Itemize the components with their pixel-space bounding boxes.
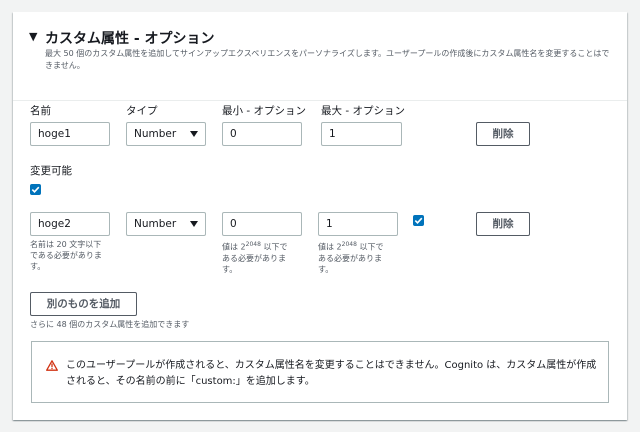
attribute-type-select[interactable]: Number: [126, 122, 206, 146]
hint-prefix: 値は 2: [222, 242, 246, 252]
warning-alert: このユーザープールが作成されると、カスタム属性名を変更することはできません。Co…: [31, 341, 609, 403]
column-type-label: タイプ: [126, 105, 158, 117]
add-attribute-button[interactable]: 別のものを追加: [30, 292, 137, 316]
attribute-type-select[interactable]: Number: [126, 212, 206, 236]
attribute-min-input[interactable]: 0: [222, 122, 302, 146]
hint-suffix: 以下で: [260, 242, 288, 252]
check-icon: [31, 186, 40, 193]
section-title[interactable]: カスタム属性 - オプション: [45, 28, 215, 48]
mutable-checkbox[interactable]: [413, 215, 424, 226]
hint-exponent: 2048: [245, 241, 261, 248]
mutable-label: 変更可能: [30, 165, 72, 177]
column-min-label: 最小 - オプション: [222, 105, 306, 117]
hint-line: である必要がありま す。: [30, 251, 102, 271]
remove-attribute-button[interactable]: 削除: [476, 122, 530, 146]
attribute-name-input[interactable]: hoge2: [30, 212, 110, 236]
attribute-max-input[interactable]: 1: [321, 122, 402, 146]
attribute-min-input[interactable]: 0: [222, 212, 302, 236]
remove-attribute-button[interactable]: 削除: [476, 212, 530, 236]
collapse-toggle-icon[interactable]: ▼: [29, 30, 37, 43]
chevron-down-icon: [190, 131, 198, 137]
chevron-down-icon: [190, 221, 198, 227]
hint-prefix: 値は 2: [318, 242, 342, 252]
divider: [13, 100, 627, 101]
check-icon: [414, 217, 423, 224]
column-max-label: 最大 - オプション: [321, 105, 405, 117]
section-description: 最大 50 個のカスタム属性を追加してサインアップエクスペリエンスをパーソナライ…: [45, 49, 610, 70]
attribute-type-value: Number: [134, 218, 177, 230]
name-constraint-hint: 名前は 20 文字以下 である必要がありま す。: [30, 239, 114, 272]
mutable-checkbox[interactable]: [30, 184, 41, 195]
hint-line: 名前は 20 文字以下: [30, 240, 102, 249]
max-constraint-hint: 値は 22048 以下で ある必要がありま す。: [318, 239, 398, 275]
hint-suffix: 以下で: [356, 242, 384, 252]
attribute-type-value: Number: [134, 128, 177, 140]
hint-line: ある必要がありま す。: [222, 253, 286, 274]
attribute-max-input[interactable]: 1: [318, 212, 398, 236]
alert-message: このユーザープールが作成されると、カスタム属性名を変更することはできません。Co…: [66, 360, 597, 387]
warning-icon: [46, 360, 58, 371]
custom-attributes-panel: ▼ カスタム属性 - オプション 最大 50 個のカスタム属性を追加してサインア…: [13, 12, 627, 420]
min-constraint-hint: 値は 22048 以下で ある必要がありま す。: [222, 239, 302, 275]
remaining-attributes-text: さらに 48 個のカスタム属性を追加できます: [30, 320, 190, 329]
hint-exponent: 2048: [341, 241, 357, 248]
attribute-name-input[interactable]: hoge1: [30, 122, 110, 146]
hint-line: ある必要がありま す。: [318, 253, 382, 274]
column-name-label: 名前: [30, 105, 51, 117]
